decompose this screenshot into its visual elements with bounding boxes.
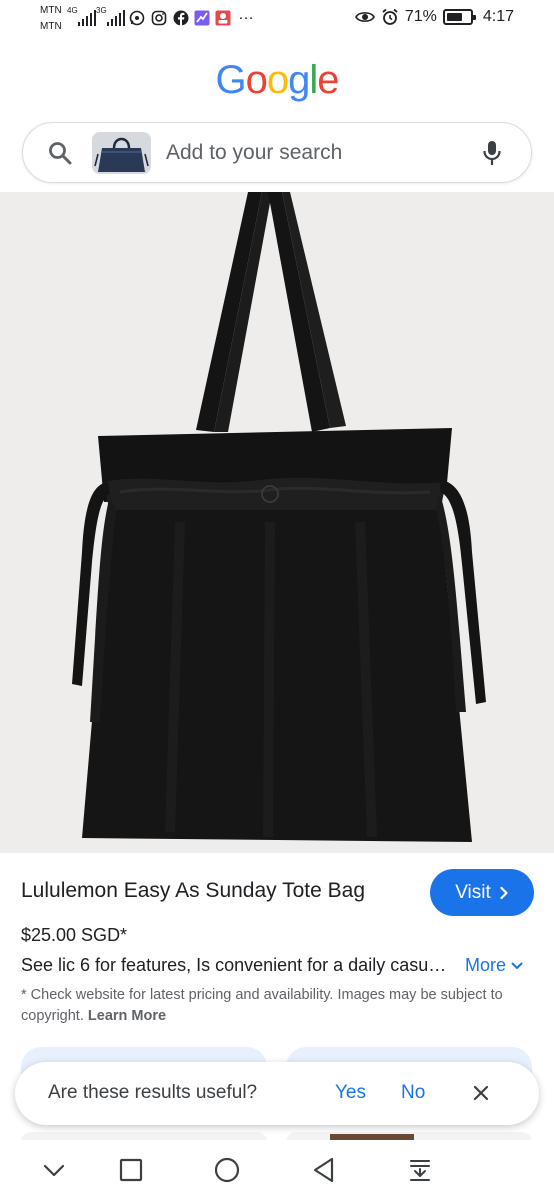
app-notification-icon [215, 10, 231, 26]
network-type-1: 4G [67, 6, 78, 15]
close-icon[interactable] [473, 1085, 489, 1101]
microphone-icon[interactable] [481, 139, 503, 167]
app-notification-icon [194, 10, 210, 26]
logo-letter: g [288, 58, 310, 102]
product-title[interactable]: Lululemon Easy As Sunday Tote Bag [21, 879, 365, 903]
google-logo: Google [0, 58, 554, 103]
logo-letter: o [245, 58, 268, 102]
search-icon[interactable] [47, 140, 73, 166]
search-placeholder[interactable]: Add to your search [166, 141, 342, 165]
visit-button-label: Visit [455, 881, 491, 903]
eye-comfort-icon [354, 12, 375, 22]
chevron-down-icon [511, 962, 523, 969]
more-notifications-indicator: … [238, 6, 255, 23]
feedback-snackbar: Are these results useful? Yes No [15, 1062, 539, 1125]
clock: 4:17 [482, 8, 514, 25]
instagram-icon [151, 10, 167, 26]
search-bar[interactable]: Add to your search [22, 122, 532, 183]
visit-button[interactable]: Visit [430, 869, 534, 916]
home-icon[interactable] [213, 1156, 241, 1184]
battery-fill [446, 13, 463, 21]
feedback-no-button[interactable]: No [401, 1082, 425, 1104]
tote-bag-image [0, 192, 554, 853]
signal-strength-icon [78, 10, 96, 26]
logo-letter: o [266, 58, 289, 102]
signal-strength-icon [107, 10, 125, 26]
chevron-right-icon [500, 886, 508, 899]
carrier-label-2: MTN [40, 21, 62, 32]
learn-more-link[interactable]: Learn More [88, 1008, 166, 1024]
carrier-label-1: MTN [40, 5, 62, 16]
network-type-2: 3G [96, 6, 107, 15]
product-price: $25.00 SGD* [21, 925, 128, 945]
feedback-question: Are these results useful? [48, 1082, 258, 1103]
status-right-cluster: 71% 4:17 [354, 8, 514, 26]
facebook-icon [173, 10, 189, 26]
battery-percent: 71% [404, 8, 437, 25]
battery-icon [442, 9, 476, 25]
system-navigation-bar [0, 1140, 554, 1200]
back-icon[interactable] [310, 1156, 338, 1184]
logo-letter: G [215, 58, 246, 102]
recent-apps-icon[interactable] [117, 1156, 145, 1184]
whatsapp-icon [129, 10, 145, 26]
product-image[interactable] [0, 192, 554, 853]
status-bar: MTN MTN 4G 3G … 71% 4:17 [0, 0, 554, 38]
logo-letter: e [317, 58, 339, 102]
notification-shade-icon[interactable] [406, 1156, 434, 1184]
more-description-button[interactable]: More [465, 955, 523, 976]
more-label: More [465, 955, 507, 975]
feedback-yes-button[interactable]: Yes [335, 1082, 366, 1104]
product-description: See lic 6 for features, Is convenient fo… [21, 955, 447, 975]
alarm-icon [382, 8, 398, 25]
chevron-down-icon[interactable] [40, 1156, 68, 1184]
search-image-thumbnail[interactable] [92, 132, 151, 174]
pricing-disclaimer: * Check website for latest pricing and a… [21, 985, 511, 1027]
